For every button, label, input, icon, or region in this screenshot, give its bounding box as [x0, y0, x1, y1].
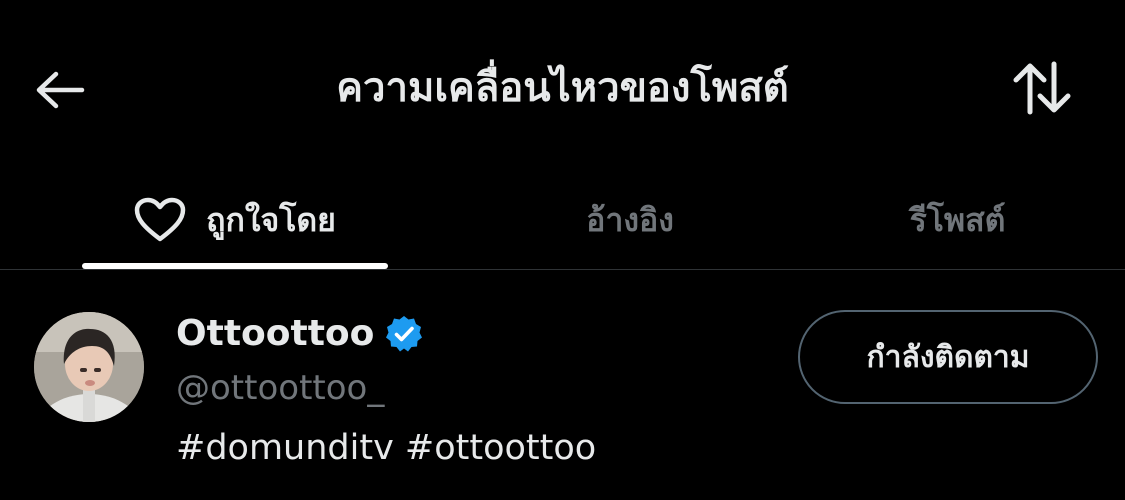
tab-bar: ถูกใจโดย อ้างอิง รีโพสต์ [0, 170, 1125, 270]
tab-reposts-label: รีโพสต์ [909, 200, 1006, 239]
following-button[interactable]: กำลังติดตาม [798, 310, 1098, 404]
user-handle: @ottoottoo_ [176, 368, 385, 408]
top-bar: ความเคลื่อนไหวของโพสต์ [0, 0, 1125, 170]
sort-arrows-icon [1013, 61, 1071, 115]
tab-reposts[interactable]: รีโพสต์ [800, 170, 1115, 270]
verified-badge-icon [384, 314, 424, 354]
tab-quotes[interactable]: อ้างอิง [470, 170, 790, 270]
tab-liked-by[interactable]: ถูกใจโดย [80, 170, 390, 270]
user-list-item[interactable]: Ottoottoo @ottoottoo_ #domunditv #ottoot… [0, 270, 1125, 500]
display-name[interactable]: Ottoottoo [176, 306, 374, 362]
tab-quotes-label: อ้างอิง [586, 200, 674, 239]
tab-liked-by-label: ถูกใจโดย [206, 200, 336, 239]
user-bio: #domunditv #ottoottoo [176, 428, 597, 468]
sort-button[interactable] [1000, 56, 1084, 120]
page-title: ความเคลื่อนไหวของโพสต์ [336, 65, 789, 111]
heart-icon [134, 197, 186, 243]
avatar[interactable] [34, 312, 144, 422]
display-name-row[interactable]: Ottoottoo [176, 306, 424, 362]
